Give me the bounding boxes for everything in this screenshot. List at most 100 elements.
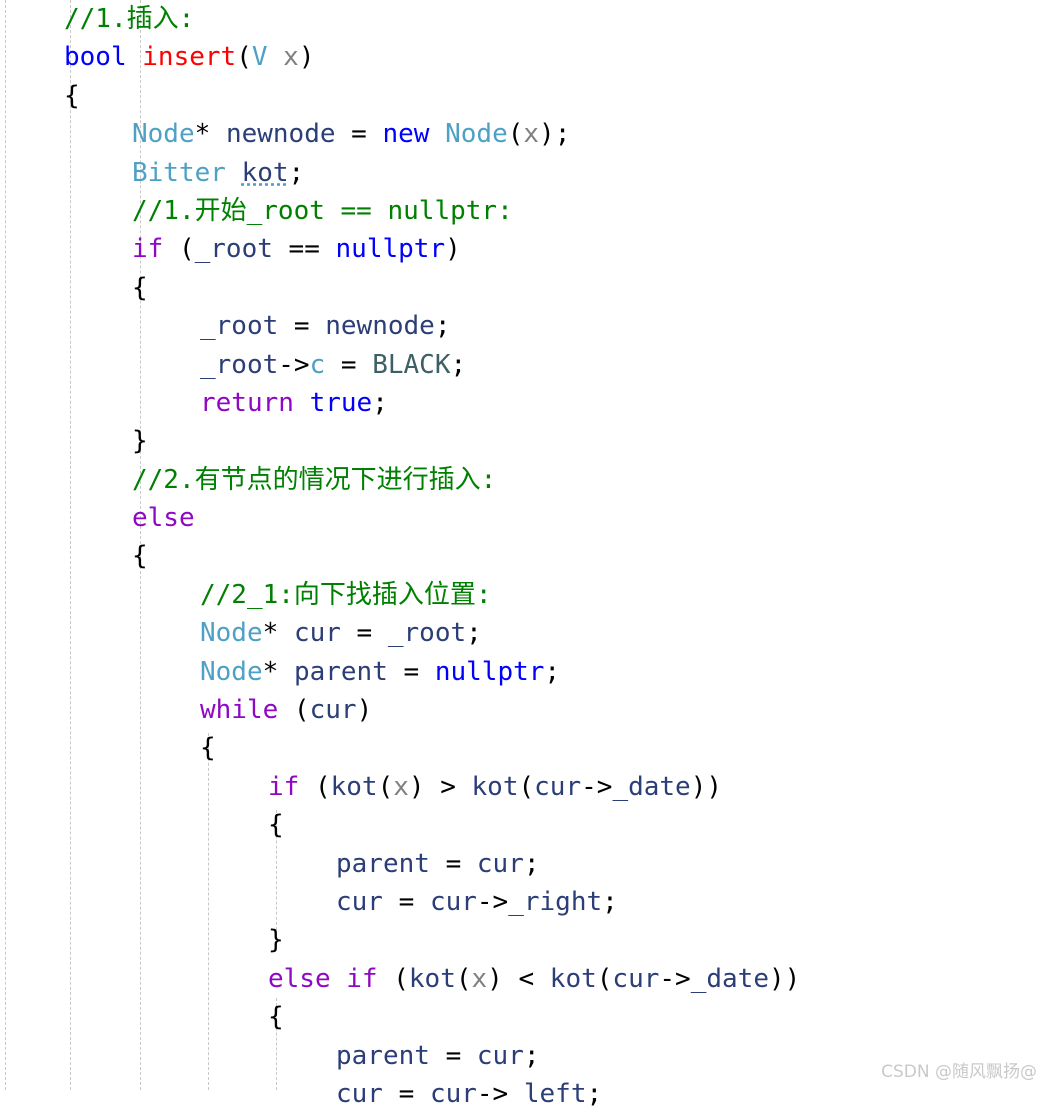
paren-close: )	[356, 695, 373, 726]
code-line-25[interactable]: }	[0, 921, 1051, 959]
member-c: c	[309, 349, 326, 380]
pointer-star: *	[194, 119, 211, 150]
code-line-24[interactable]: cur = cur->_right;	[0, 883, 1051, 921]
identifier-newnode: newnode	[325, 311, 435, 342]
type-Bitter: Bitter	[132, 157, 226, 188]
parameter-x: x	[471, 963, 488, 994]
operator-assign: =	[429, 1040, 477, 1071]
code-line-6[interactable]: //1.开始_root == nullptr:	[0, 192, 1051, 230]
identifier-cur: cur	[429, 886, 477, 917]
keyword-while: while	[200, 695, 279, 726]
operator-arrow: ->	[476, 886, 509, 917]
code-line-10[interactable]: _root->c = BLACK;	[0, 346, 1051, 384]
code-line-7[interactable]: if (_root == nullptr)	[0, 230, 1051, 268]
keyword-nullptr: nullptr	[335, 234, 446, 265]
space-paren: (	[377, 963, 409, 994]
paren-open: (	[507, 119, 524, 150]
paren-close-double: ))	[690, 771, 723, 802]
operator-assign: =	[335, 119, 383, 150]
code-line-13[interactable]: //2.有节点的情况下进行插入:	[0, 461, 1051, 499]
space-paren: (	[278, 695, 310, 726]
code-line-15[interactable]: {	[0, 537, 1051, 575]
template-type-V: V	[251, 42, 268, 73]
member-date: _date	[612, 771, 691, 802]
code-line-1[interactable]: //1.插入:	[0, 0, 1051, 38]
identifier-cur: cur	[534, 771, 582, 802]
identifier-parent: parent	[336, 848, 430, 879]
semicolon: ;	[523, 1040, 540, 1071]
code-line-3[interactable]: {	[0, 77, 1051, 115]
semicolon: ;	[586, 1078, 603, 1109]
brace-open: {	[132, 272, 148, 303]
code-line-21[interactable]: if (kot(x) > kot(cur->_date))	[0, 768, 1051, 806]
paren-close: )	[298, 42, 315, 73]
member-left: left	[523, 1078, 587, 1109]
function-name-insert: insert	[142, 42, 237, 73]
code-line-4[interactable]: Node* newnode = new Node(x);	[0, 115, 1051, 153]
identifier-cur: cur	[429, 1078, 477, 1109]
keyword-else: else	[132, 503, 195, 534]
operator-equality: ==	[272, 234, 336, 265]
identifier-cur: cur	[476, 848, 524, 879]
code-line-22[interactable]: {	[0, 806, 1051, 844]
code-line-26[interactable]: else if (kot(x) < kot(cur->_date))	[0, 960, 1051, 998]
code-line-14[interactable]: else	[0, 499, 1051, 537]
code-line-2[interactable]: bool insert(V x)	[0, 38, 1051, 76]
brace-open: {	[200, 733, 216, 764]
keyword-if: if	[132, 234, 164, 265]
type-Node: Node	[200, 656, 263, 687]
paren-close: )	[408, 771, 425, 802]
code-line-9[interactable]: _root = newnode;	[0, 307, 1051, 345]
keyword-return: return	[200, 387, 294, 418]
operator-less: <	[502, 963, 550, 994]
code-line-19[interactable]: while (cur)	[0, 691, 1051, 729]
code-line-23[interactable]: parent = cur;	[0, 845, 1051, 883]
brace-open: {	[132, 541, 148, 572]
keyword-true: true	[309, 387, 373, 418]
operator-arrow: ->	[581, 771, 613, 802]
operator-assign: =	[278, 311, 326, 342]
operator-assign: =	[325, 349, 373, 380]
parameter-x: x	[393, 771, 409, 802]
identifier-cur: cur	[336, 886, 383, 917]
identifier-root: _root	[200, 349, 279, 380]
identifier-cur: cur	[476, 1040, 524, 1071]
identifier-cur: cur	[309, 695, 357, 726]
brace-open: {	[64, 80, 80, 111]
code-line-5[interactable]: Bitter kot;	[0, 154, 1051, 192]
code-line-17[interactable]: Node* cur = _root;	[0, 614, 1051, 652]
code-editor-canvas: //1.插入: bool insert(V x) { Node* newnode…	[0, 0, 1051, 1109]
code-line-18[interactable]: Node* parent = nullptr;	[0, 653, 1051, 691]
identifier-root: _root	[387, 618, 467, 649]
semicolon: ;	[434, 311, 451, 342]
operator-assign: =	[382, 886, 430, 917]
code-line-8[interactable]: {	[0, 269, 1051, 307]
code-line-12[interactable]: }	[0, 422, 1051, 460]
keyword-bool: bool	[64, 42, 127, 73]
enum-BLACK: BLACK	[372, 349, 451, 380]
semicolon: ;	[450, 349, 467, 380]
semicolon: ;	[523, 848, 540, 879]
identifier-root: _root	[194, 234, 273, 265]
semicolon: ;	[288, 157, 305, 188]
code-line-11[interactable]: return true;	[0, 384, 1051, 422]
comment-token: //1.插入:	[64, 4, 195, 34]
paren-close: )	[445, 234, 461, 265]
pointer-star: *	[262, 618, 279, 649]
code-line-20[interactable]: {	[0, 729, 1051, 767]
semicolon: ;	[372, 387, 388, 418]
code-block[interactable]: //1.插入: bool insert(V x) { Node* newnode…	[0, 0, 1051, 1113]
paren-close-double: ))	[768, 963, 801, 994]
parameter-x: x	[283, 42, 299, 73]
paren-open: (	[236, 42, 252, 73]
code-line-16[interactable]: //2_1:向下找插入位置:	[0, 576, 1051, 614]
code-line-27[interactable]: {	[0, 998, 1051, 1036]
identifier-cur: cur	[293, 618, 341, 649]
identifier-parent: parent	[336, 1040, 430, 1071]
